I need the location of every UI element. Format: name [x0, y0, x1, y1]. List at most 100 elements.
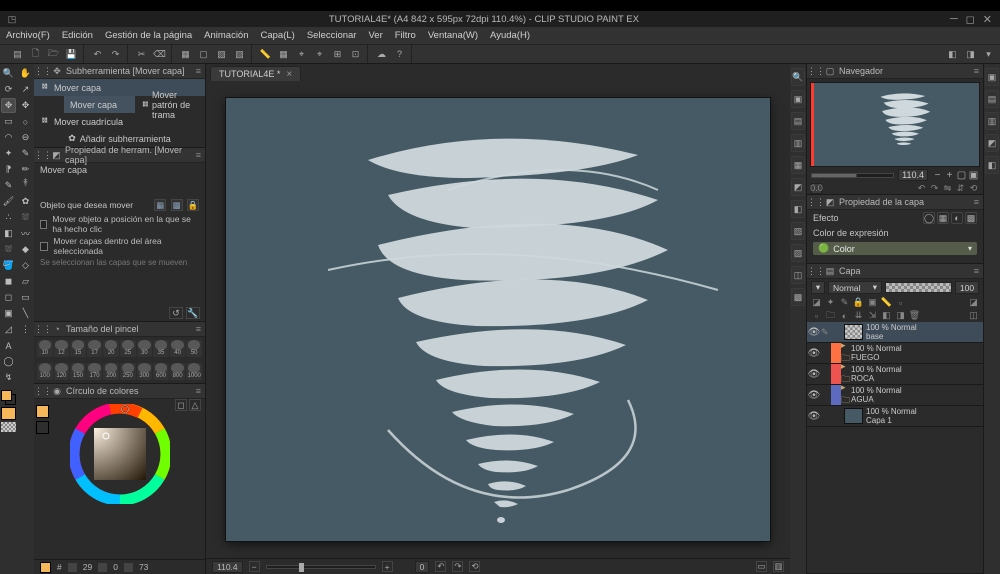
dock-f-icon[interactable]: ◧	[791, 200, 805, 218]
canvas[interactable]	[226, 98, 769, 542]
shape-tool-icon[interactable]: ◻	[1, 290, 16, 305]
liquify-icon[interactable]: 〰	[18, 226, 33, 241]
brush-size-cell[interactable]: 10	[37, 340, 53, 357]
menu-select[interactable]: Seleccionar	[307, 30, 357, 41]
brush-size-cell[interactable]: 35	[153, 340, 169, 357]
grid-icon[interactable]: ▦	[275, 46, 292, 63]
mask2-icon[interactable]: ◧	[881, 310, 892, 321]
panel-grip-icon[interactable]: ⋮⋮	[811, 266, 821, 276]
brush-size-cell[interactable]: 800	[170, 363, 186, 380]
close-tab-icon[interactable]: ×	[286, 69, 292, 80]
layer-row[interactable]: 👁▸🗀100 % NormalFUEGO	[807, 343, 983, 364]
nav-rot-ccw-icon[interactable]: ↶	[916, 183, 927, 194]
visibility-icon[interactable]: 👁	[807, 348, 821, 359]
transfer-icon[interactable]: ⇊	[853, 310, 864, 321]
cut-icon[interactable]: ✂	[133, 46, 150, 63]
brush-size-cell[interactable]: 600	[153, 363, 169, 380]
nav-100-icon[interactable]: ▣	[968, 170, 979, 181]
spray-tool-icon[interactable]: ∴	[1, 210, 16, 225]
prop-mode-b-icon[interactable]: ▩	[171, 199, 183, 211]
wand-tool-icon[interactable]: ✦	[1, 146, 16, 161]
dot-icon[interactable]: ⋮	[18, 322, 33, 337]
nav-rot-value[interactable]: 0.0	[811, 183, 822, 194]
swatch-transparent[interactable]	[1, 422, 16, 432]
wheel-tri-icon[interactable]: △	[189, 399, 201, 411]
visibility-icon[interactable]: 👁	[807, 327, 821, 338]
brush-size-cell[interactable]: 150	[70, 363, 86, 380]
balloon-tool-icon[interactable]: ◯	[1, 354, 16, 369]
nav-zoom-slider[interactable]	[811, 173, 894, 178]
mask-icon[interactable]: ▣	[867, 297, 878, 308]
blend-mode-dropdown[interactable]: Normal▾	[828, 281, 882, 294]
panel-menu-icon[interactable]: ≡	[196, 150, 201, 160]
lock-col[interactable]: ✎	[821, 327, 831, 338]
navigator-preview[interactable]	[810, 82, 980, 167]
checkbox-icon[interactable]	[40, 242, 48, 251]
menu-anim[interactable]: Animación	[204, 30, 248, 41]
brush-size-cell[interactable]: 25	[120, 340, 136, 357]
snap4-icon[interactable]: ⊡	[347, 46, 364, 63]
menu-window[interactable]: Ventana(W)	[428, 30, 478, 41]
brush-size-cell[interactable]: 300	[137, 363, 153, 380]
draft-icon[interactable]: ✎	[839, 297, 850, 308]
brush-tool-icon[interactable]: 🖌	[1, 194, 16, 209]
layer-kind-dropdown[interactable]: ▾	[811, 281, 825, 294]
brush-size-cell[interactable]: 100	[37, 363, 53, 380]
eff-border-icon[interactable]: ◯	[923, 212, 935, 224]
checkbox-icon[interactable]	[40, 220, 47, 229]
nav-zoom-in-icon[interactable]: +	[944, 170, 955, 181]
layer-row[interactable]: 👁✎100 % Normalbase	[807, 322, 983, 343]
close-button[interactable]: ✕	[983, 13, 992, 26]
marquee-tool-icon[interactable]: ▭	[1, 114, 16, 129]
brush-size-cell[interactable]: 40	[170, 340, 186, 357]
menu-help[interactable]: Ayuda(H)	[490, 30, 530, 41]
nav-rot-cw-icon[interactable]: ↷	[929, 183, 940, 194]
layer-color-tag[interactable]	[831, 322, 841, 342]
wrench-icon[interactable]: 🔧	[186, 307, 200, 319]
canvas-area[interactable]	[206, 81, 790, 558]
panel-grip-icon[interactable]: ⋮⋮	[811, 197, 821, 207]
brush-size-cell[interactable]: 120	[54, 363, 70, 380]
help-icon[interactable]: ?	[391, 46, 408, 63]
frame-tool-icon[interactable]: ▣	[1, 306, 16, 321]
app-menu-icon[interactable]: ▤	[9, 46, 26, 63]
opacity-slider[interactable]	[885, 282, 952, 293]
brush-size-cell[interactable]: 12	[54, 340, 70, 357]
ruler-tool-icon[interactable]: ◿	[1, 322, 16, 337]
subtool-move-layer-sub[interactable]: Mover capa	[64, 96, 135, 113]
dock2-c-icon[interactable]: ▥	[985, 112, 999, 130]
panel-menu-icon[interactable]: ≡	[974, 266, 979, 276]
undo-icon[interactable]: ↶	[89, 46, 106, 63]
dock-c-icon[interactable]: ▥	[791, 134, 805, 152]
brush-size-cell[interactable]: 30	[137, 340, 153, 357]
zoom-value[interactable]: 110.4	[212, 561, 243, 573]
delete-icon[interactable]: ⌫	[151, 46, 168, 63]
panel-grip-icon[interactable]: ⋮⋮	[38, 150, 48, 160]
document-tab[interactable]: TUTORIAL4E * ×	[210, 66, 301, 81]
correct-tool-icon[interactable]: ↯	[1, 370, 16, 385]
panel-menu-icon[interactable]: ≡	[196, 324, 201, 334]
move-tool-icon[interactable]: ✥	[1, 98, 16, 113]
blend-tool-icon[interactable]: ⛆	[1, 242, 16, 257]
redo-icon[interactable]: ↷	[107, 46, 124, 63]
quick-access-icon[interactable]: ◧	[944, 46, 961, 63]
sel-invert-icon[interactable]: ▧	[213, 46, 230, 63]
visibility-icon[interactable]: 👁	[807, 390, 821, 401]
layer-color-tag[interactable]	[831, 406, 841, 426]
opacity-value[interactable]: 100	[955, 281, 979, 294]
apply-mask-icon[interactable]: ◨	[895, 310, 906, 321]
save-icon[interactable]: 💾	[63, 46, 80, 63]
dock2-e-icon[interactable]: ◧	[985, 156, 999, 174]
object-tool-icon[interactable]: ↗	[18, 82, 33, 97]
fill2-icon[interactable]: ◆	[18, 242, 33, 257]
sel-pen-icon[interactable]: ✎	[18, 146, 33, 161]
nav-reset-icon[interactable]: ⟲	[968, 183, 979, 194]
layer-2pane-icon[interactable]: ◫	[968, 310, 979, 321]
panel-grip-icon[interactable]: ⋮⋮	[811, 66, 821, 76]
dock-search-icon[interactable]: 🔍	[791, 68, 805, 86]
dock-g-icon[interactable]: ▧	[791, 222, 805, 240]
ruler-icon[interactable]: 📏	[257, 46, 274, 63]
eff-tone-icon[interactable]: ▦	[937, 212, 949, 224]
line-icon[interactable]: ╲	[18, 306, 33, 321]
selectpen-tool-icon[interactable]: ✥	[18, 98, 33, 113]
